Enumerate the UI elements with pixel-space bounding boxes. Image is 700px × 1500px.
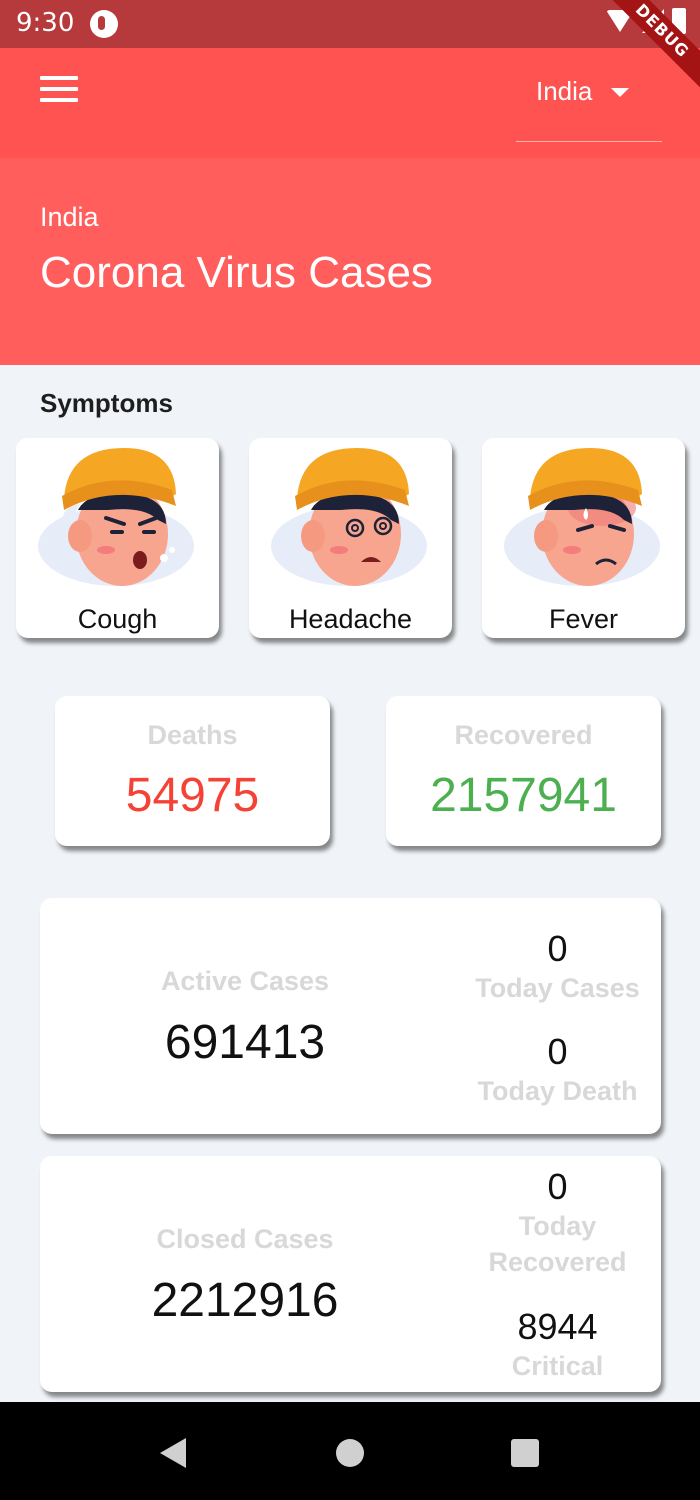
menu-icon[interactable]: [40, 76, 84, 110]
caret-down-icon: [611, 88, 629, 97]
recovered-label: Recovered: [454, 720, 593, 750]
recovered-value: 2157941: [430, 769, 617, 822]
recovered-card: Recovered 2157941: [386, 696, 661, 846]
symptom-card-headache[interactable]: Headache: [249, 438, 452, 638]
fever-face-illustration: [504, 448, 660, 586]
header-country: India: [40, 202, 99, 232]
active-cases-label: Active Cases: [160, 966, 330, 996]
closed-cases-value: 2212916: [151, 1274, 339, 1327]
deaths-card: Deaths 54975: [55, 696, 330, 846]
headache-face-illustration: [271, 448, 427, 586]
status-bar: 9:30: [0, 0, 700, 48]
active-cases-value: 691413: [164, 1016, 326, 1069]
home-icon[interactable]: [336, 1439, 364, 1467]
system-nav-bar: [0, 1402, 700, 1500]
symptom-label-headache: Headache: [288, 604, 413, 634]
symptom-card-fever[interactable]: Fever: [482, 438, 685, 638]
critical-value: 8944: [517, 1306, 598, 1347]
active-cases-card: Active Cases 691413 0 Today Cases 0 Toda…: [40, 898, 661, 1134]
country-dropdown-value: India: [536, 76, 593, 106]
app-bar: India: [0, 48, 700, 158]
today-recovered-value: 0: [547, 1166, 568, 1207]
back-icon[interactable]: [160, 1438, 186, 1468]
deaths-value: 54975: [125, 769, 260, 822]
country-dropdown[interactable]: India: [516, 70, 662, 142]
symptom-label-cough: Cough: [77, 604, 158, 634]
notification-app-icon: [90, 10, 118, 38]
cough-face-illustration: [38, 448, 194, 586]
symptoms-heading: Symptoms: [40, 388, 173, 418]
active-cases-summary: Active Cases 691413: [80, 966, 410, 1070]
today-death-value: 0: [547, 1031, 568, 1072]
closed-cases-label: Closed Cases: [156, 1224, 334, 1254]
symptom-card-cough[interactable]: Cough: [16, 438, 219, 638]
deaths-label: Deaths: [147, 720, 238, 750]
closed-cases-card: Closed Cases 2212916 0 Today Recovered 8…: [40, 1156, 661, 1392]
header-banner: India Corona Virus Cases: [0, 158, 700, 365]
critical-label: Critical: [511, 1351, 604, 1381]
today-death-stat: 0 Today Death: [465, 1031, 650, 1109]
today-recovered-stat: 0 Today Recovered: [480, 1166, 635, 1280]
today-cases-stat: 0 Today Cases: [465, 928, 650, 1006]
today-recovered-label: Today Recovered: [488, 1211, 627, 1277]
closed-cases-summary: Closed Cases 2212916: [80, 1224, 410, 1328]
today-cases-label: Today Cases: [475, 973, 640, 1003]
page-title: Corona Virus Cases: [40, 248, 433, 297]
status-time: 9:30: [16, 8, 75, 38]
today-death-label: Today Death: [477, 1076, 638, 1106]
critical-stat: 8944 Critical: [465, 1306, 650, 1384]
today-cases-value: 0: [547, 928, 568, 969]
symptom-label-fever: Fever: [548, 604, 619, 634]
recents-icon[interactable]: [511, 1439, 539, 1467]
